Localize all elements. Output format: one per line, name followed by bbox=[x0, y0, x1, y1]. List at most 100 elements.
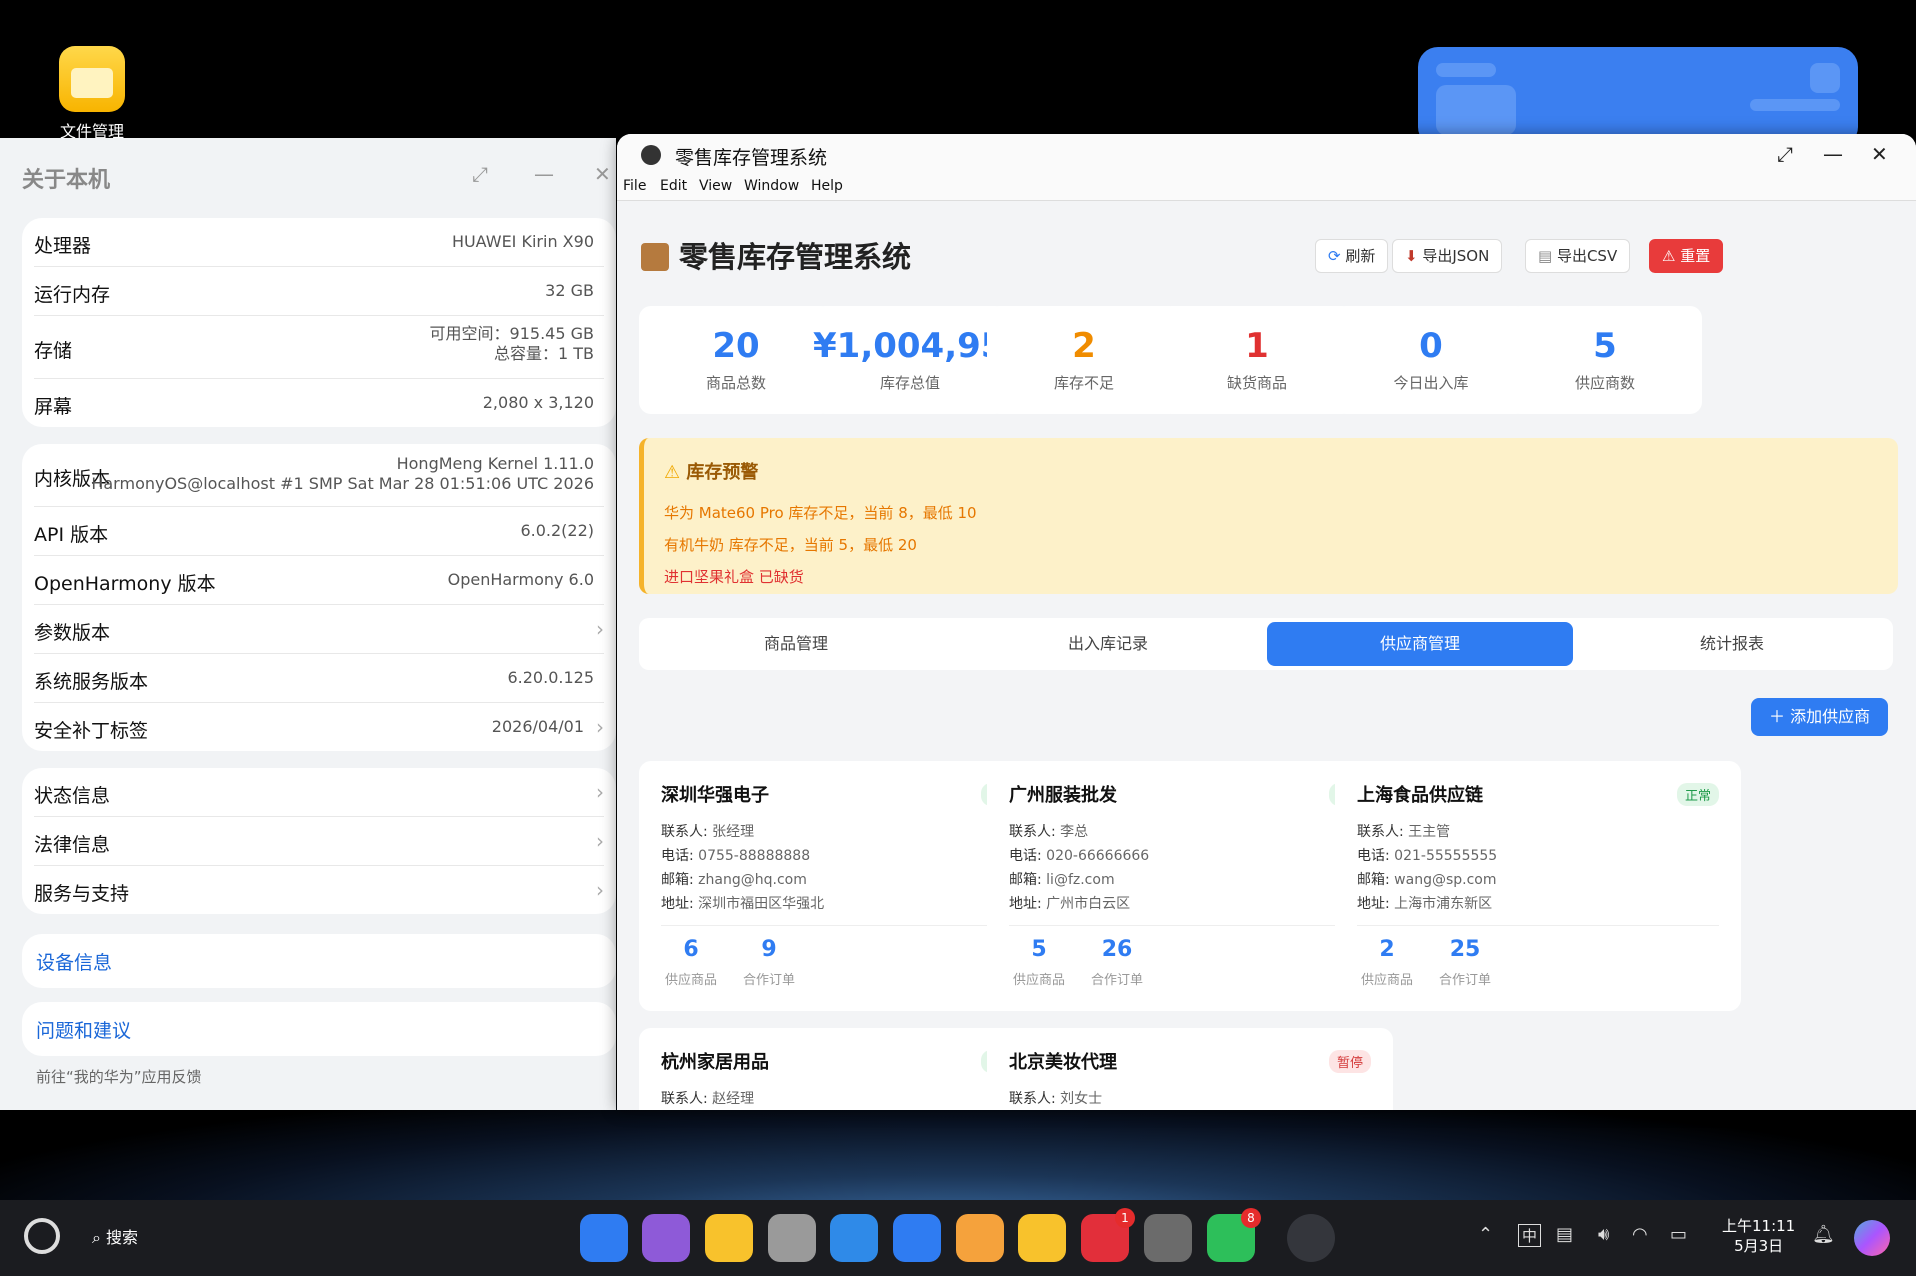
supplier-card[interactable]: 北京美妆代理 暂停 联系人: 刘女士 bbox=[987, 1028, 1393, 1110]
minimize-icon[interactable]: — bbox=[534, 162, 554, 186]
supplier-card[interactable]: 广州服装批发 正常 联系人: 李总电话: 020-66666666 邮箱: li… bbox=[987, 761, 1393, 1011]
app-launcher-icon[interactable] bbox=[580, 1214, 628, 1262]
supplier-phone: 电话: 021-55555555 bbox=[1357, 848, 1498, 864]
export-json-button[interactable]: ⬇ 导出JSON bbox=[1392, 239, 1503, 273]
storage-row: 存储 可用空间：915.45 GB 总容量：1 TB bbox=[34, 316, 604, 379]
storage-free: 可用空间：915.45 GB bbox=[429, 324, 594, 343]
service-support-row[interactable]: 服务与支持 › bbox=[34, 866, 604, 914]
row-label: 处理器 bbox=[34, 235, 92, 257]
stat-value: 5 bbox=[1593, 326, 1617, 366]
warning-icon: ⚠ bbox=[1662, 247, 1681, 265]
wechat-icon[interactable]: 8 bbox=[1207, 1208, 1261, 1262]
alert-item: 进口坚果礼盒 已缺货 bbox=[664, 568, 804, 586]
row-value: OpenHarmony 6.0 bbox=[447, 570, 594, 589]
volume-icon[interactable]: 🔊︎ bbox=[1598, 1224, 1609, 1245]
supplier-name: 深圳华强电子 bbox=[661, 785, 769, 806]
stat-card: 0 今日出入库 bbox=[1334, 306, 1528, 414]
plus-icon: ＋ bbox=[1769, 707, 1791, 726]
service-version-row: 系统服务版本 6.20.0.125 bbox=[34, 654, 604, 703]
assistant-icon[interactable] bbox=[1854, 1220, 1890, 1256]
notes-icon[interactable] bbox=[1018, 1214, 1066, 1262]
stat-label: 缺货商品 bbox=[1226, 374, 1287, 392]
supplier-product-count: 6 bbox=[683, 937, 699, 962]
supplier-name: 杭州家居用品 bbox=[661, 1052, 769, 1073]
notification-bell-icon[interactable]: 🔔︎ bbox=[1812, 1224, 1835, 1245]
hardware-card: 处理器 HUAWEI Kirin X90 运行内存 32 GB 存储 可用空间：… bbox=[22, 218, 616, 427]
browser-icon[interactable] bbox=[830, 1214, 878, 1262]
search-button[interactable]: ⌕ 搜索 bbox=[92, 1224, 138, 1248]
row-label: 运行内存 bbox=[34, 284, 111, 306]
multitask-icon[interactable] bbox=[642, 1214, 690, 1262]
menu-file[interactable]: File bbox=[623, 178, 646, 194]
supplier-card[interactable]: 杭州家居用品 正常 联系人: 赵经理 bbox=[639, 1028, 1045, 1110]
row-value: 6.0.2(22) bbox=[520, 521, 594, 540]
supplier-phone: 电话: 0755-88888888 bbox=[661, 848, 811, 864]
wallpaper bbox=[0, 1100, 1916, 1200]
tab-suppliers[interactable]: 供应商管理 bbox=[1267, 622, 1573, 666]
maximize-icon[interactable]: ⤢ bbox=[1777, 142, 1793, 166]
files-icon[interactable] bbox=[705, 1214, 753, 1262]
clock[interactable]: 上午11:11 5月3日 bbox=[1722, 1216, 1795, 1256]
status-info-row[interactable]: 状态信息 › bbox=[34, 768, 604, 817]
start-button[interactable] bbox=[24, 1218, 60, 1254]
clock-date: 5月3日 bbox=[1734, 1237, 1784, 1255]
stock-alert: ⚠ 库存预警 华为 Mate60 Pro 库存不足，当前 8，最低 10 有机牛… bbox=[639, 438, 1898, 594]
supplier-card[interactable]: 上海食品供应链 正常 联系人: 王主管 电话: 021-55555555 邮箱: … bbox=[1335, 761, 1741, 1011]
row-label: 系统服务版本 bbox=[34, 671, 149, 693]
file-manager-desktop-icon[interactable]: 文件管理 bbox=[52, 46, 132, 142]
param-version-row[interactable]: 参数版本 › bbox=[34, 605, 604, 654]
photos-icon[interactable] bbox=[956, 1214, 1004, 1262]
search-icon: ⌕ bbox=[92, 1228, 107, 1247]
export-csv-button[interactable]: ▤ 导出CSV bbox=[1525, 239, 1631, 273]
supplier-phone: 电话: 020-66666666 bbox=[1009, 848, 1150, 864]
stat-label: 库存不足 bbox=[1053, 374, 1114, 392]
kernel-version: HongMeng Kernel 1.11.0 bbox=[396, 454, 594, 473]
device-info-card[interactable]: 设备信息 bbox=[22, 934, 616, 988]
tab-records[interactable]: 出入库记录 bbox=[955, 622, 1261, 666]
tab-bar: 商品管理 出入库记录 供应商管理 统计报表 bbox=[639, 618, 1893, 670]
running-app-icon[interactable] bbox=[1287, 1214, 1335, 1262]
kernel-row: 内核版本 HongMeng Kernel 1.11.0 HarmonyOS@lo… bbox=[34, 444, 604, 507]
supplier-card[interactable]: 深圳华强电子 正常 联系人: 张经理电话: 0755-88888888 邮箱: … bbox=[639, 761, 1045, 1011]
reset-button[interactable]: ⚠ 重置 bbox=[1649, 239, 1724, 273]
menu-window[interactable]: Window bbox=[744, 178, 799, 194]
battery-icon[interactable]: ▭ bbox=[1670, 1224, 1687, 1245]
status-badge: 暂停 bbox=[1328, 1050, 1371, 1073]
app-gallery-icon[interactable]: 1 bbox=[1081, 1208, 1135, 1262]
desktop-widget[interactable] bbox=[1418, 47, 1858, 147]
supplier-product-label: 供应商品 bbox=[1012, 973, 1065, 988]
supplier-contact: 联系人: 王主管 bbox=[1357, 824, 1451, 840]
settings-icon[interactable] bbox=[1144, 1214, 1192, 1262]
clipboard-icon[interactable]: ▤ bbox=[1556, 1224, 1573, 1245]
tab-products[interactable]: 商品管理 bbox=[643, 622, 949, 666]
supplier-order-label: 合作订单 bbox=[1438, 973, 1491, 988]
supplier-name: 广州服装批发 bbox=[1009, 785, 1117, 806]
menu-view[interactable]: View bbox=[699, 178, 732, 194]
add-supplier-button[interactable]: ＋ 添加供应商 bbox=[1751, 698, 1889, 736]
device-info-link[interactable]: 设备信息 bbox=[36, 948, 112, 975]
notification-badge: 1 bbox=[1115, 1208, 1135, 1228]
ime-indicator[interactable]: 中 bbox=[1518, 1224, 1542, 1247]
memory-row: 运行内存 32 GB bbox=[34, 267, 604, 316]
refresh-button[interactable]: ⟳ 刷新 bbox=[1315, 239, 1389, 273]
close-icon[interactable]: ✕ bbox=[1871, 142, 1888, 166]
chevron-up-icon[interactable]: ⌃ bbox=[1478, 1224, 1493, 1245]
feedback-link[interactable]: 问题和建议 bbox=[36, 1016, 131, 1043]
tab-reports[interactable]: 统计报表 bbox=[1579, 622, 1885, 666]
mail-icon[interactable] bbox=[893, 1214, 941, 1262]
supplier-name: 上海食品供应链 bbox=[1357, 785, 1483, 806]
minimize-icon[interactable]: — bbox=[1823, 142, 1843, 166]
stat-value: 1 bbox=[1245, 326, 1269, 366]
supplier-email: 邮箱: zhang@hq.com bbox=[661, 872, 807, 888]
wifi-icon[interactable]: ◠ bbox=[1632, 1224, 1648, 1245]
close-icon[interactable]: ✕ bbox=[594, 162, 611, 186]
recycle-bin-icon[interactable] bbox=[768, 1214, 816, 1262]
menu-edit[interactable]: Edit bbox=[660, 178, 687, 194]
feedback-card[interactable]: 问题和建议 bbox=[22, 1002, 616, 1056]
about-window: 关于本机 ⤢ — ✕ 处理器 HUAWEI Kirin X90 运行内存 32 … bbox=[0, 138, 616, 1110]
maximize-icon[interactable]: ⤢ bbox=[472, 162, 488, 186]
security-patch-row[interactable]: 安全补丁标签 2026/04/01 › bbox=[34, 703, 604, 751]
feedback-hint: 前往“我的华为”应用反馈 bbox=[36, 1068, 202, 1086]
legal-info-row[interactable]: 法律信息 › bbox=[34, 817, 604, 866]
menu-help[interactable]: Help bbox=[811, 178, 843, 194]
